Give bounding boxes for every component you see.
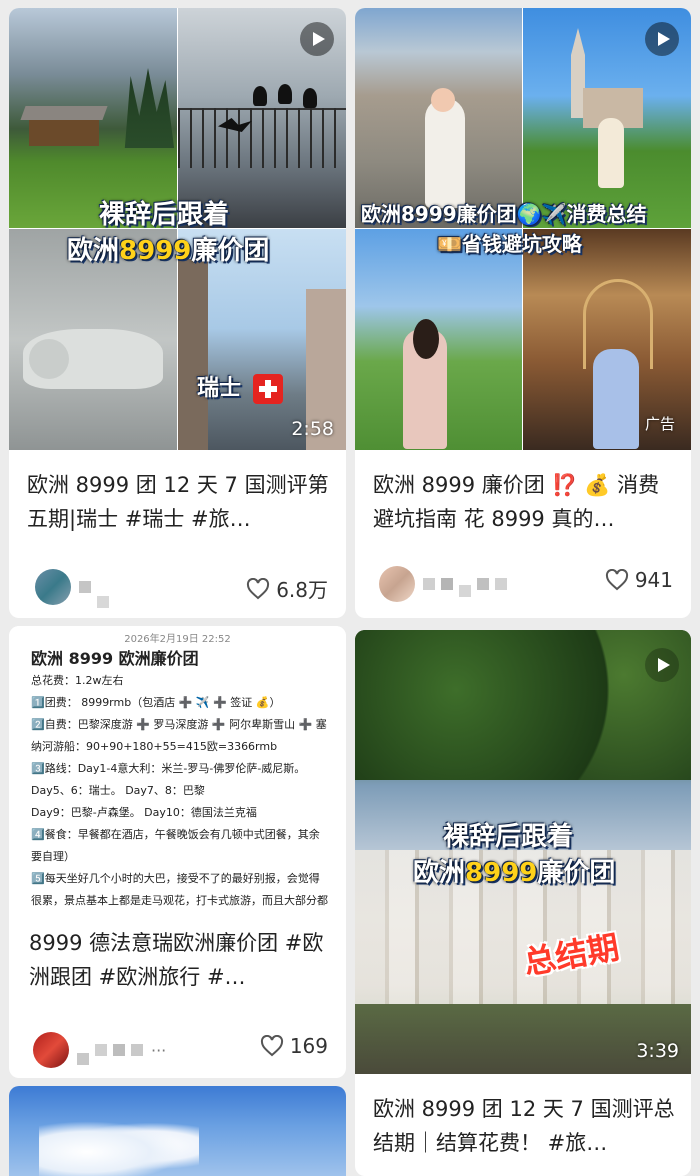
like-count[interactable]: 6.8万	[246, 574, 328, 603]
overlay-caption-line1: 欧洲8999廉价团🌍✈️消费总结	[361, 202, 647, 226]
post-card-switzerland[interactable]: 裸辞后跟着 欧洲8999廉价团 瑞士 2:58 欧洲 8999 团 12 天 7…	[9, 8, 346, 618]
photo-woman-plaza	[355, 8, 522, 228]
post-card-itinerary-notes[interactable]: 2026年2月19日 22:52 欧洲 8999 欧洲廉价团 总花费：1.2w左…	[9, 626, 346, 1078]
overlay-caption-line1: 裸辞后跟着	[99, 200, 230, 230]
note-line: 2️⃣自费：巴黎深度游 ➕ 罗马深度游 ➕ 阿尔卑斯雪山 ➕ 塞纳河游船：90+…	[31, 718, 327, 753]
avatar[interactable]	[33, 1032, 69, 1068]
post-card-summary[interactable]: 裸辞后跟着 欧洲8999廉价团 总结期 3:39 欧洲 8999 团 12 天 …	[355, 630, 691, 1176]
video-duration: 2:58	[291, 418, 334, 440]
post-title[interactable]: 欧洲 8999 团 12 天 7 国测评第五期|瑞士 #瑞士 #旅…	[27, 468, 332, 536]
heart-icon[interactable]	[260, 1035, 284, 1057]
note-date: 2026年2月19日 22:52	[124, 634, 231, 645]
author[interactable]	[379, 566, 507, 602]
like-count[interactable]: 169	[260, 1034, 328, 1058]
overlay-caption-line2: 💴省钱避坑攻略	[437, 232, 582, 256]
note-line: Day9：巴黎-卢森堡。 Day10：德国法兰克福	[31, 806, 257, 819]
post-thumbnail[interactable]: 2026年2月19日 22:52 欧洲 8999 欧洲廉价团 总花费：1.2w左…	[9, 626, 346, 912]
overlay-caption-line1: 裸辞后跟着	[443, 822, 574, 852]
author-name-redacted	[79, 566, 109, 608]
author-name-redacted	[77, 1035, 143, 1065]
author-name-redacted	[423, 571, 507, 597]
photo-foliage	[355, 630, 691, 780]
like-count[interactable]: 941	[605, 568, 673, 592]
avatar[interactable]	[379, 566, 415, 602]
post-card-partial[interactable]	[9, 1086, 346, 1176]
post-title[interactable]: 欧洲 8999 团 12 天 7 国测评总结期｜结算花费！ #旅…	[373, 1092, 677, 1160]
ad-label: 广告	[644, 415, 675, 433]
post-thumbnail[interactable]	[9, 1086, 346, 1176]
more-icon[interactable]: ···	[151, 1041, 166, 1060]
note-line: 5️⃣每天坐好几个小时的大巴，接受不了的最好别报，会觉得很累，景点基本上都是走马…	[31, 872, 328, 907]
overlay-caption-line2: 欧洲8999廉价团	[67, 236, 270, 266]
play-icon[interactable]	[300, 22, 334, 56]
heart-icon[interactable]	[605, 569, 629, 591]
overlay-caption-line2: 欧洲8999廉价团	[413, 858, 616, 888]
note-line: 1️⃣团费： 8999rmb（包酒店 ➕ ✈️ ➕ 签证 💰）	[31, 696, 281, 709]
photo-woman-lawn	[355, 229, 522, 450]
note-content: 欧洲 8999 欧洲廉价团 总花费：1.2w左右 1️⃣团费： 8999rmb（…	[31, 648, 330, 912]
note-line: 3️⃣路线：Day1-4意大利：米兰-罗马-佛罗伦萨-威尼斯。	[31, 762, 306, 775]
post-title[interactable]: 8999 德法意瑞欧洲廉价团 #欧洲跟团 #欧洲旅行 #…	[29, 926, 332, 994]
post-card-consumption[interactable]: 欧洲8999廉价团🌍✈️消费总结 💴省钱避坑攻略 广告 欧洲 8999 廉价团 …	[355, 8, 691, 618]
author[interactable]: ···	[33, 1032, 166, 1068]
author[interactable]	[35, 566, 109, 608]
avatar[interactable]	[35, 569, 71, 605]
photo-crowd	[355, 1004, 691, 1074]
note-title: 欧洲 8999 欧洲廉价团	[31, 649, 199, 668]
video-duration: 3:39	[636, 1040, 679, 1062]
play-icon[interactable]	[645, 648, 679, 682]
post-title[interactable]: 欧洲 8999 廉价团 ⁉️ 💰 消费避坑指南 花 8999 真的…	[373, 468, 677, 536]
post-thumbnail[interactable]: 欧洲8999廉价团🌍✈️消费总结 💴省钱避坑攻略 广告	[355, 8, 691, 450]
play-icon[interactable]	[645, 22, 679, 56]
note-line: Day5、6：瑞士。 Day7、8：巴黎	[31, 784, 205, 797]
note-line: 4️⃣餐食：早餐都在酒店，午餐晚饭会有几顿中式团餐，其余要自理）	[31, 828, 320, 863]
location-badge: 瑞士	[197, 370, 283, 404]
post-thumbnail[interactable]: 裸辞后跟着 欧洲8999廉价团 总结期 3:39	[355, 630, 691, 1074]
photo-clouds	[39, 1116, 199, 1176]
swiss-flag-icon	[252, 374, 283, 404]
post-thumbnail[interactable]: 裸辞后跟着 欧洲8999廉价团 瑞士 2:58	[9, 8, 346, 450]
note-line: 总花费：1.2w左右	[31, 674, 124, 687]
heart-icon[interactable]	[246, 577, 270, 600]
